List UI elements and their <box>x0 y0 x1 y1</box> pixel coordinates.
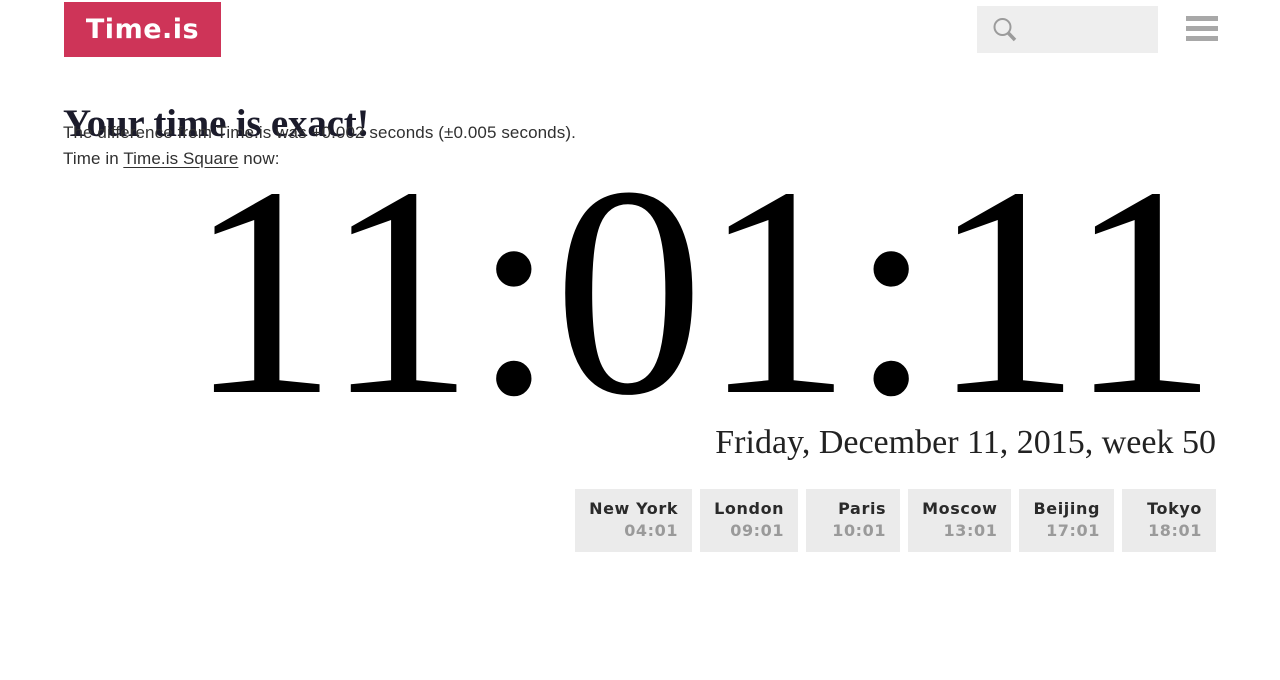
search-input[interactable] <box>1027 6 1156 55</box>
city-name: Tokyo <box>1147 499 1202 518</box>
city-name: Paris <box>838 499 887 518</box>
city-name: Moscow <box>922 499 998 518</box>
city-time: 09:01 <box>730 520 785 540</box>
menu-bar-bottom <box>1186 36 1218 41</box>
city-card-london[interactable]: London 09:01 <box>700 489 799 553</box>
city-time: 04:01 <box>624 520 679 540</box>
city-name: New York <box>589 499 679 518</box>
city-times-list: New York 04:01 London 09:01 Paris 10:01 … <box>0 489 1216 553</box>
city-time: 18:01 <box>1148 520 1202 540</box>
menu-bar-middle <box>1186 26 1218 31</box>
city-time: 17:01 <box>1046 520 1100 540</box>
date-line: Friday, December 11, 2015, week 50 <box>715 424 1216 461</box>
city-time: 10:01 <box>832 520 887 540</box>
menu-bar-top <box>1186 16 1218 21</box>
city-card-beijing[interactable]: Beijing 17:01 <box>1019 489 1114 553</box>
city-time: 13:01 <box>943 520 998 540</box>
city-card-moscow[interactable]: Moscow 13:01 <box>908 489 1012 553</box>
city-card-tokyo[interactable]: Tokyo 18:01 <box>1122 489 1216 553</box>
city-name: Beijing <box>1033 499 1100 518</box>
big-clock: 11:01:11 <box>187 125 1218 457</box>
city-card-paris[interactable]: Paris 10:01 <box>806 489 901 553</box>
hamburger-menu-icon[interactable] <box>1186 16 1218 44</box>
search-box[interactable] <box>977 6 1158 55</box>
logo-text: Time.is <box>85 14 200 45</box>
search-icon <box>990 15 1020 45</box>
logo-timeis[interactable]: Time.is <box>64 2 221 57</box>
city-card-new-york[interactable]: New York 04:01 <box>575 489 693 553</box>
site-header: Time.is <box>0 0 1280 60</box>
city-name: London <box>714 499 785 518</box>
